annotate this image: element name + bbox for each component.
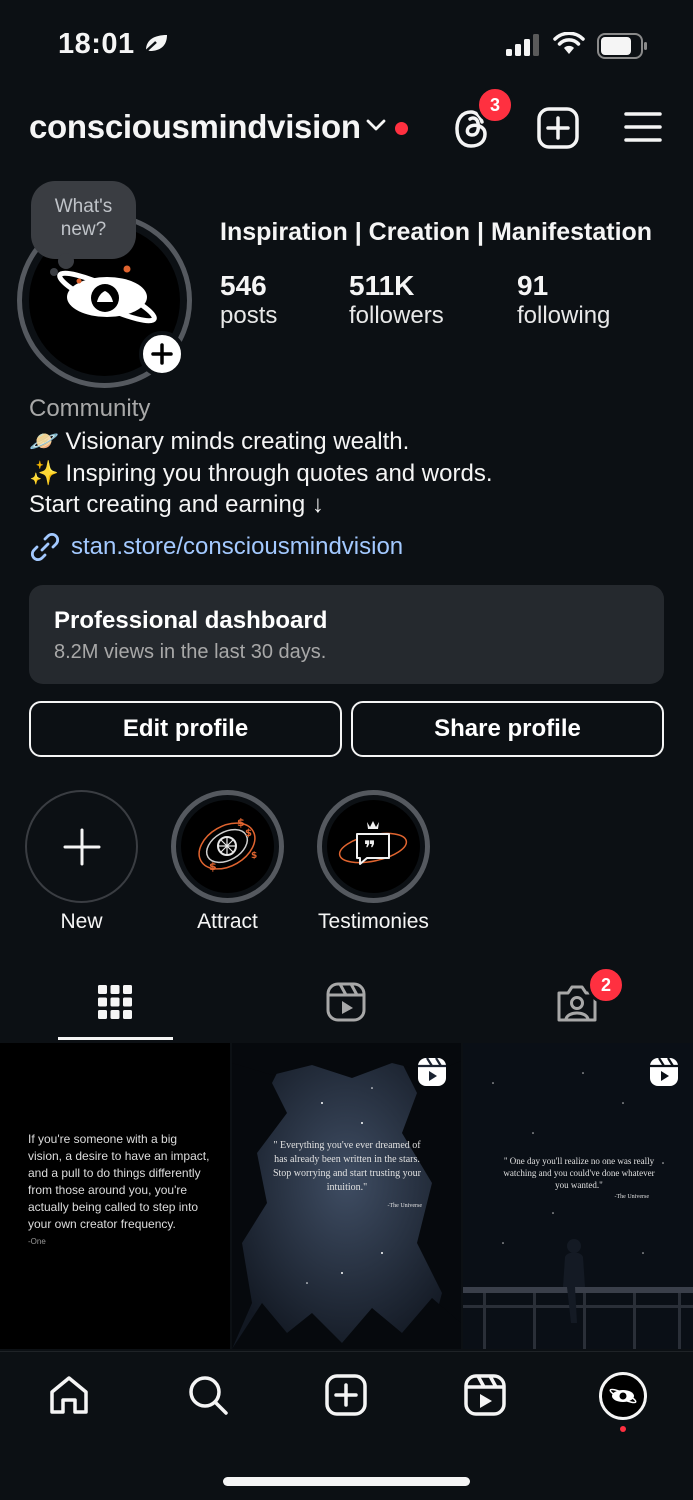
posts-stat[interactable]: 546 posts	[220, 270, 277, 330]
posts-label: posts	[220, 302, 278, 329]
post-quote-text: " One day you'll realize no one was real…	[503, 1156, 655, 1190]
following-label: following	[517, 302, 611, 329]
highlight-label-new: New	[60, 910, 103, 933]
status-time: 18:01	[58, 28, 135, 60]
tagged-badge: 2	[587, 966, 625, 1004]
focus-mode-icon	[143, 35, 167, 54]
followers-stat[interactable]: 511K followers	[349, 270, 444, 330]
galaxy-money-icon: $ $ $ $	[198, 816, 257, 873]
post-tile[interactable]: " Everything you've ever dreamed of has …	[232, 1043, 461, 1349]
starry-forest-image	[232, 1043, 461, 1349]
note-bubble-tail-small	[50, 268, 58, 276]
profile-notification-dot	[620, 1426, 626, 1432]
wifi-icon	[553, 32, 585, 54]
plus-icon	[151, 343, 173, 365]
highlight-label-testimonies: Testimonies	[318, 910, 429, 933]
highlight-testimonies[interactable]: ❞	[317, 790, 430, 903]
posts-count: 546	[220, 270, 267, 301]
bio-line: ✨ Inspiring you through quotes and words…	[29, 460, 493, 487]
threads-badge: 3	[476, 86, 514, 124]
search-icon[interactable]	[187, 1374, 229, 1416]
active-tab-indicator	[58, 1037, 173, 1040]
reel-indicator-icon	[418, 1057, 446, 1086]
following-stat[interactable]: 91 following	[517, 270, 610, 330]
reel-indicator-icon	[650, 1057, 678, 1086]
following-count: 91	[517, 270, 549, 301]
professional-dashboard[interactable]: Professional dashboard 8.2M views in the…	[29, 585, 664, 684]
dashboard-subtitle: 8.2M views in the last 30 days.	[54, 641, 327, 663]
post-quote-author: -The Universe	[387, 1203, 423, 1209]
post-quote-text: " Everything you've ever dreamed of has …	[272, 1140, 422, 1193]
highlight-label-attract: Attract	[197, 910, 258, 933]
add-story-button[interactable]	[139, 331, 185, 377]
svg-text:$: $	[245, 828, 252, 839]
dashboard-title: Professional dashboard	[54, 607, 328, 634]
plus-icon	[63, 828, 100, 865]
svg-text:$: $	[251, 851, 257, 861]
note-bubble-tail	[58, 253, 74, 269]
battery-icon	[597, 33, 647, 59]
profile-category: Community	[29, 395, 151, 422]
menu-icon[interactable]	[624, 110, 662, 144]
reels-icon[interactable]	[464, 1374, 506, 1416]
post-quote-author: -One	[28, 1237, 46, 1246]
post-tile[interactable]: If you're someone with a big vision, a d…	[0, 1043, 230, 1349]
post-quote-text: If you're someone with a big vision, a d…	[28, 1132, 210, 1231]
profile-tab-avatar[interactable]	[599, 1372, 647, 1420]
bio-link-text[interactable]: stan.store/consciousmindvision	[71, 533, 403, 561]
home-icon[interactable]	[48, 1374, 90, 1416]
svg-text:$: $	[237, 816, 245, 829]
account-notification-dot	[395, 122, 408, 135]
share-profile-button[interactable]: Share profile	[351, 701, 664, 757]
chevron-down-icon[interactable]	[366, 118, 386, 132]
night-sky-silhouette-image	[463, 1043, 693, 1349]
new-highlight-button[interactable]	[25, 790, 138, 903]
signal-icon	[506, 34, 539, 56]
grid-tab-icon[interactable]	[98, 983, 132, 1021]
bio-line: 🪐 Visionary minds creating wealth.	[29, 428, 410, 455]
link-icon	[30, 532, 60, 562]
note-bubble[interactable]: What's new?	[31, 181, 136, 259]
create-post-icon[interactable]	[537, 107, 579, 149]
home-indicator[interactable]	[223, 1477, 470, 1486]
create-icon[interactable]	[325, 1374, 367, 1416]
quote-bubble-icon: ❞	[338, 821, 408, 865]
followers-label: followers	[349, 302, 444, 329]
post-quote-author: -The Universe	[614, 1194, 650, 1200]
followers-count: 511K	[349, 270, 415, 301]
svg-text:❞: ❞	[364, 836, 376, 860]
svg-text:$: $	[209, 860, 217, 873]
bio-line: Start creating and earning ↓	[29, 491, 324, 518]
bio-link[interactable]: stan.store/consciousmindvision	[29, 531, 403, 563]
eye-logo-icon	[609, 1388, 637, 1404]
profile-tagline: Inspiration | Creation | Manifestation	[220, 218, 653, 246]
post-tile[interactable]: " One day you'll realize no one was real…	[463, 1043, 693, 1349]
edit-profile-button[interactable]: Edit profile	[29, 701, 342, 757]
reels-tab-icon[interactable]	[326, 982, 366, 1022]
account-username[interactable]: consciousmindvision	[29, 108, 361, 146]
highlight-attract[interactable]: $ $ $ $	[171, 790, 284, 903]
